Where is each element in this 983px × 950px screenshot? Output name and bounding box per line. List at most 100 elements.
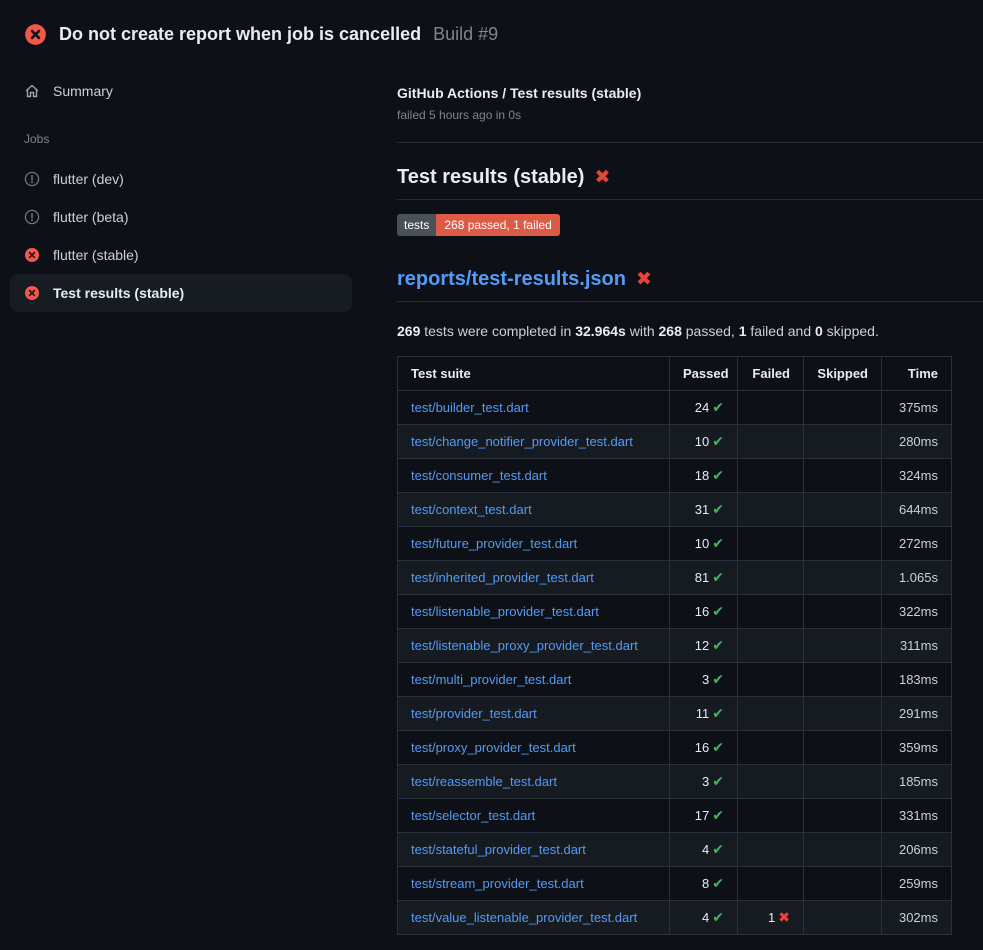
suite-link[interactable]: test/reassemble_test.dart (411, 774, 557, 789)
passed-cell: 18✔ (670, 459, 738, 493)
failed-cell (738, 765, 804, 799)
report-file-link[interactable]: reports/test-results.json (397, 268, 626, 291)
cross-mark-icon: ✖ (594, 166, 610, 189)
check-icon: ✔ (712, 433, 724, 449)
main-content: GitHub Actions / Test results (stable) f… (397, 85, 983, 935)
cross-icon: ✖ (778, 909, 790, 925)
suite-link[interactable]: test/stateful_provider_test.dart (411, 842, 586, 857)
sidebar-item-job-2[interactable]: flutter (stable) (10, 236, 352, 274)
sidebar-item-label: flutter (stable) (53, 247, 139, 263)
summary-total: 269 (397, 323, 420, 339)
time-cell: 206ms (882, 833, 952, 867)
failed-cell (738, 799, 804, 833)
sidebar-item-label: Summary (53, 83, 113, 99)
tests-status-badge: tests 268 passed, 1 failed (397, 214, 560, 236)
suite-link[interactable]: test/value_listenable_provider_test.dart (411, 910, 637, 925)
suite-link[interactable]: test/provider_test.dart (411, 706, 537, 721)
suite-link[interactable]: test/consumer_test.dart (411, 468, 547, 483)
sidebar-item-job-0[interactable]: flutter (dev) (10, 160, 352, 198)
check-icon: ✔ (712, 569, 724, 585)
suite-cell: test/reassemble_test.dart (398, 765, 670, 799)
failed-cell (738, 391, 804, 425)
job-failed-icon (24, 285, 40, 301)
sidebar-item-label: Test results (stable) (53, 285, 184, 301)
suite-link[interactable]: test/context_test.dart (411, 502, 532, 517)
results-table-body: test/builder_test.dart24✔375mstest/chang… (398, 391, 952, 935)
workflow-failed-icon (24, 23, 47, 46)
check-icon: ✔ (712, 399, 724, 415)
failed-cell (738, 629, 804, 663)
failed-cell: 1✖ (738, 901, 804, 935)
app-window: Do not create report when job is cancell… (0, 0, 983, 950)
passed-cell: 3✔ (670, 765, 738, 799)
check-icon: ✔ (712, 603, 724, 619)
status-line: failed 5 hours ago in 0s (397, 108, 983, 122)
suite-cell: test/consumer_test.dart (398, 459, 670, 493)
suite-link[interactable]: test/builder_test.dart (411, 400, 529, 415)
summary-text: with (626, 323, 659, 339)
table-row: test/future_provider_test.dart 10✔ 272ms (398, 527, 952, 561)
col-header-time: Time (882, 357, 952, 391)
table-row: test/multi_provider_test.dart3✔183ms (398, 663, 952, 697)
sidebar: Summary Jobs flutter (dev) flutter (beta… (10, 72, 352, 312)
check-icon: ✔ (712, 875, 724, 891)
failed-cell (738, 561, 804, 595)
suite-link[interactable]: test/multi_provider_test.dart (411, 672, 571, 687)
suite-link[interactable]: test/selector_test.dart (411, 808, 535, 823)
table-row: test/reassemble_test.dart3✔185ms (398, 765, 952, 799)
sidebar-item-label: flutter (dev) (53, 171, 124, 187)
report-heading: reports/test-results.json ✖ (397, 268, 983, 302)
suite-link[interactable]: test/inherited_provider_test.dart (411, 570, 594, 585)
job-cancelled-icon (24, 171, 40, 187)
passed-cell: 10✔ (670, 527, 738, 561)
suite-cell: test/context_test.dart (398, 493, 670, 527)
time-cell: 324ms (882, 459, 952, 493)
check-icon: ✔ (712, 535, 724, 551)
summary-passed: 268 (659, 323, 682, 339)
table-row: test/listenable_provider_test.dart16✔322… (398, 595, 952, 629)
passed-cell: 4✔ (670, 901, 738, 935)
suite-link[interactable]: test/future_provider_test.dart (411, 536, 577, 551)
sidebar-item-job-3[interactable]: Test results (stable) (10, 274, 352, 312)
skipped-cell (804, 799, 882, 833)
suite-link[interactable]: test/stream_provider_test.dart (411, 876, 584, 891)
table-row: test/selector_test.dart17✔331ms (398, 799, 952, 833)
skipped-cell (804, 391, 882, 425)
passed-cell: 81✔ (670, 561, 738, 595)
section-title: Test results (stable) (397, 166, 584, 189)
table-header-row: Test suite Passed Failed Skipped Time (398, 357, 952, 391)
time-cell: 291ms (882, 697, 952, 731)
passed-cell: 8✔ (670, 867, 738, 901)
time-cell: 644ms (882, 493, 952, 527)
failed-cell (738, 697, 804, 731)
time-cell: 272ms (882, 527, 952, 561)
check-icon: ✔ (712, 841, 724, 857)
suite-link[interactable]: test/proxy_provider_test.dart (411, 740, 576, 755)
failed-cell (738, 663, 804, 697)
sidebar-item-job-1[interactable]: flutter (beta) (10, 198, 352, 236)
time-cell: 331ms (882, 799, 952, 833)
suite-link[interactable]: test/listenable_proxy_provider_test.dart (411, 638, 638, 653)
suite-link[interactable]: test/listenable_provider_test.dart (411, 604, 599, 619)
suite-cell: test/value_listenable_provider_test.dart (398, 901, 670, 935)
suite-cell: test/builder_test.dart (398, 391, 670, 425)
passed-cell: 12✔ (670, 629, 738, 663)
check-icon: ✔ (712, 467, 724, 483)
skipped-cell (804, 867, 882, 901)
passed-cell: 16✔ (670, 595, 738, 629)
suite-link[interactable]: test/change_notifier_provider_test.dart (411, 434, 633, 449)
summary-text: skipped. (823, 323, 879, 339)
passed-cell: 16✔ (670, 731, 738, 765)
sidebar-item-summary[interactable]: Summary (10, 72, 352, 110)
summary-text: failed and (747, 323, 816, 339)
passed-cell: 10✔ (670, 425, 738, 459)
check-icon: ✔ (712, 671, 724, 687)
failed-cell (738, 459, 804, 493)
summary-text: tests were completed in (420, 323, 575, 339)
table-row: test/value_listenable_provider_test.dart… (398, 901, 952, 935)
section-heading: Test results (stable) ✖ (397, 166, 983, 200)
table-row: test/listenable_proxy_provider_test.dart… (398, 629, 952, 663)
skipped-cell (804, 425, 882, 459)
summary-failed: 1 (739, 323, 747, 339)
home-icon (24, 83, 40, 99)
